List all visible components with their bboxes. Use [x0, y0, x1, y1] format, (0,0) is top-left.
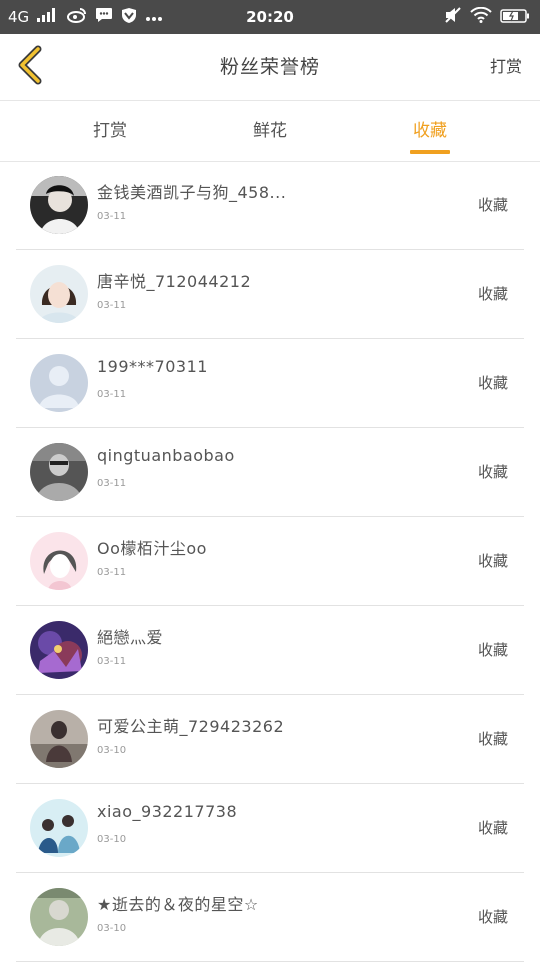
avatar — [30, 888, 88, 946]
fan-date: 03-11 — [97, 567, 127, 578]
reward-header-button[interactable]: 打赏 — [490, 34, 522, 100]
avatar — [30, 621, 88, 679]
fan-date: 03-11 — [97, 300, 127, 311]
tab-bar: 打赏 鲜花 收藏 — [0, 101, 540, 162]
list-item[interactable]: 絕戀灬爱 03-11 收藏 — [16, 606, 524, 695]
fan-name: 絕戀灬爱 — [97, 628, 164, 647]
tab-flowers[interactable]: 鲜花 — [230, 101, 310, 161]
avatar — [30, 443, 88, 501]
favorite-label: 收藏 — [477, 285, 508, 303]
list-item[interactable]: 唐辛悦_712044212 03-11 收藏 — [16, 250, 524, 339]
list-item[interactable]: qingtuanbaobao 03-11 收藏 — [16, 428, 524, 517]
status-bar: 4G 20:20 — [0, 0, 540, 34]
fan-list: 金钱美酒凯子与狗_458... 03-11 收藏 唐辛悦_712044212 0… — [0, 161, 540, 962]
favorite-label: 收藏 — [477, 463, 508, 481]
favorite-label: 收藏 — [477, 374, 508, 392]
tab-reward[interactable]: 打赏 — [70, 101, 150, 161]
fan-date: 03-10 — [97, 923, 127, 934]
favorite-label: 收藏 — [477, 819, 508, 837]
list-item[interactable]: 金钱美酒凯子与狗_458... 03-11 收藏 — [16, 161, 524, 250]
avatar — [30, 354, 88, 412]
fan-date: 03-11 — [97, 211, 127, 222]
fan-name: Oo檬栢汁尘oo — [97, 539, 207, 558]
fan-name: 可爱公主萌_729423262 — [97, 717, 285, 736]
fan-name: xiao_932217738 — [97, 802, 238, 821]
fan-name: 唐辛悦_712044212 — [97, 272, 252, 291]
list-item[interactable]: 可爱公主萌_729423262 03-10 收藏 — [16, 695, 524, 784]
fan-date: 03-10 — [97, 834, 127, 845]
fan-name: 金钱美酒凯子与狗_458... — [97, 183, 287, 202]
fan-name: qingtuanbaobao — [97, 446, 235, 465]
fan-date: 03-10 — [97, 745, 127, 756]
favorite-label: 收藏 — [477, 730, 508, 748]
fan-date: 03-11 — [97, 656, 127, 667]
fan-name: ★逝去的＆夜的星空☆ — [97, 895, 259, 914]
mute-icon — [444, 7, 462, 27]
top-nav: 粉丝荣誉榜 打赏 — [0, 34, 540, 101]
battery-icon — [500, 8, 530, 27]
favorite-label: 收藏 — [477, 196, 508, 214]
avatar — [30, 710, 88, 768]
list-item[interactable]: 199***70311 03-11 收藏 — [16, 339, 524, 428]
list-item[interactable]: ★逝去的＆夜的星空☆ 03-10 收藏 — [16, 873, 524, 962]
page-title: 粉丝荣誉榜 — [219, 56, 320, 78]
fan-name: 199***70311 — [97, 357, 208, 376]
list-item[interactable]: Oo檬栢汁尘oo 03-11 收藏 — [16, 517, 524, 606]
avatar — [30, 799, 88, 857]
favorite-label: 收藏 — [477, 908, 508, 926]
favorite-label: 收藏 — [477, 552, 508, 570]
fan-date: 03-11 — [97, 389, 127, 400]
wifi-icon — [470, 6, 492, 27]
fan-date: 03-11 — [97, 478, 127, 489]
active-tab-indicator — [410, 150, 450, 154]
avatar — [30, 265, 88, 323]
status-right — [444, 0, 530, 34]
avatar — [30, 532, 88, 590]
avatar — [30, 176, 88, 234]
favorite-label: 收藏 — [477, 641, 508, 659]
list-item[interactable]: xiao_932217738 03-10 收藏 — [16, 784, 524, 873]
